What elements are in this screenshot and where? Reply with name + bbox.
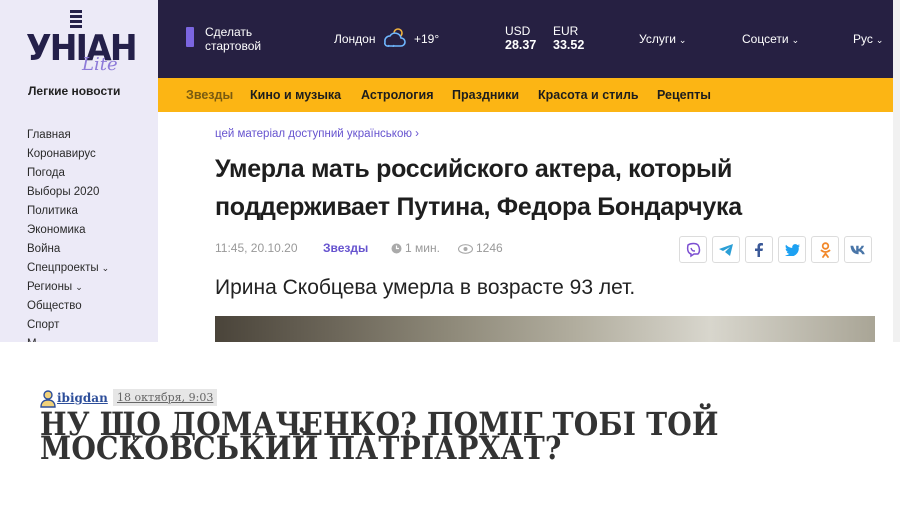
article-photo xyxy=(215,316,875,342)
eye-icon xyxy=(458,243,473,254)
article-lead: Ирина Скобцева умерла в возрасте 93 лет. xyxy=(215,276,636,299)
cloud-sun-icon xyxy=(384,28,406,47)
usd-label: USD xyxy=(505,24,531,38)
chevron-down-icon: ⌄ xyxy=(875,35,884,45)
eur-rate[interactable]: EUR 33.52 xyxy=(553,24,584,52)
social-label: Соцсети xyxy=(742,32,789,46)
telegram-share-button[interactable] xyxy=(712,236,740,263)
author-link[interactable]: ibigdan xyxy=(57,391,108,405)
language-menu[interactable]: Рус ⌄ xyxy=(853,32,883,46)
viber-icon xyxy=(686,242,701,257)
sidebar-item-label: Выборы 2020 xyxy=(27,186,100,198)
sidebar-item-label: Политика xyxy=(27,205,78,217)
sidebar-item-label: Война xyxy=(27,243,61,255)
sidebar-item[interactable]: Выборы 2020 xyxy=(27,183,109,202)
vk-share-button[interactable] xyxy=(844,236,872,263)
sidebar-item-label: Регионы xyxy=(27,281,73,293)
category-holidays[interactable]: Праздники xyxy=(452,88,519,102)
news-screenshot: УНІАН Lite Легкие новости Главная Корона… xyxy=(0,0,900,342)
top-bar: Сделать стартовой Лондон +19° USD 28.37 … xyxy=(158,0,900,78)
sidebar-item[interactable]: Экономика xyxy=(27,221,109,240)
chevron-down-icon: ⌄ xyxy=(678,35,687,45)
clock-icon xyxy=(391,243,402,254)
sidebar-item-label: Коронавирус xyxy=(27,148,96,160)
services-label: Услуги xyxy=(639,32,676,46)
read-time-text: 1 мин. xyxy=(405,241,440,255)
sidebar-item[interactable]: Война xyxy=(27,240,109,259)
logo-lite-text: Lite xyxy=(82,54,118,75)
category-astrology[interactable]: Астрология xyxy=(361,88,434,102)
twitter-share-button[interactable] xyxy=(778,236,806,263)
sidebar-item[interactable]: Главная xyxy=(27,126,109,145)
make-start-page-link[interactable]: Сделать стартовой xyxy=(205,25,285,53)
article-headline: Умерла мать российского актера, который … xyxy=(215,155,742,221)
sidebar-item-label: Спорт xyxy=(27,319,60,331)
vk-icon xyxy=(850,245,865,254)
category-beauty-style[interactable]: Красота и стиль xyxy=(538,88,639,102)
social-menu[interactable]: Соцсети ⌄ xyxy=(742,32,799,46)
sidebar-item[interactable]: М xyxy=(27,335,109,342)
article-category-link[interactable]: Звезды xyxy=(323,241,368,255)
temperature: +19° xyxy=(414,32,440,46)
sidebar-item-label: Экономика xyxy=(27,224,86,236)
category-cinema-music[interactable]: Кино и музыка xyxy=(250,88,341,102)
sidebar-item[interactable]: Политика xyxy=(27,202,109,221)
sidebar-item-label: Спецпроекты xyxy=(27,262,99,274)
article-datetime: 11:45, 20.10.20 xyxy=(215,241,298,255)
sidebar-item[interactable]: Регионы ⌄ xyxy=(27,278,109,297)
usd-rate[interactable]: USD 28.37 xyxy=(505,24,536,52)
category-stars[interactable]: Звезды xyxy=(186,88,233,102)
site-logo[interactable]: УНІАН Lite xyxy=(26,6,138,88)
category-recipes[interactable]: Рецепты xyxy=(657,88,711,102)
blog-post: ibigdan 18 октября, 9:03 НУ ЩО ДОМАЧЕНКО… xyxy=(0,342,900,510)
facebook-icon xyxy=(755,242,763,257)
telegram-icon xyxy=(719,243,733,256)
facebook-share-button[interactable] xyxy=(745,236,773,263)
weather-city[interactable]: Лондон xyxy=(334,32,375,46)
logo-text: УНІАН xyxy=(26,28,138,69)
chevron-down-icon: ⌄ xyxy=(75,282,83,292)
sidebar: УНІАН Lite Легкие новости Главная Корона… xyxy=(0,0,158,342)
view-count-text: 1246 xyxy=(476,241,503,255)
twitter-icon xyxy=(784,243,800,256)
chevron-down-icon: ⌄ xyxy=(791,35,800,45)
read-time: 1 мин. xyxy=(391,241,440,255)
post-title[interactable]: НУ ЩО ДОМАЧЕНКО? ПОМІГ ТОБІ ТОЙ МОСКОВСЬ… xyxy=(40,408,788,464)
eur-label: EUR xyxy=(553,24,579,38)
sidebar-item[interactable]: Спецпроекты ⌄ xyxy=(27,259,109,278)
chevron-down-icon: ⌄ xyxy=(101,263,110,273)
view-count: 1246 xyxy=(458,241,503,255)
sidebar-item[interactable]: Общество xyxy=(27,297,109,316)
sidebar-item[interactable]: Спорт xyxy=(27,316,109,335)
viber-share-button[interactable] xyxy=(679,236,707,263)
site-tagline: Легкие новости xyxy=(28,84,121,98)
sidebar-item-label: Общество xyxy=(27,300,82,312)
sidebar-item[interactable]: Погода xyxy=(27,164,109,183)
post-date-link[interactable]: 18 октября, 9:03 xyxy=(113,389,218,406)
ukrainian-version-link[interactable]: цей матеріал доступний українською › xyxy=(215,128,419,140)
sidebar-item[interactable]: Коронавирус xyxy=(27,145,109,164)
scrollbar[interactable] xyxy=(893,0,900,342)
sidebar-item-label: Погода xyxy=(27,167,65,179)
category-bar: Звезды Кино и музыка Астрология Праздник… xyxy=(158,78,900,112)
odnoklassniki-icon xyxy=(820,241,830,258)
sidebar-item-label: Главная xyxy=(27,129,71,141)
logo-flag-mark xyxy=(70,10,82,28)
bookmark-icon xyxy=(186,27,194,47)
usd-value: 28.37 xyxy=(505,38,537,52)
services-menu[interactable]: Услуги ⌄ xyxy=(639,32,686,46)
eur-value: 33.52 xyxy=(553,38,585,52)
language-label: Рус xyxy=(853,32,873,46)
sidebar-nav: Главная Коронавирус Погода Выборы 2020 П… xyxy=(27,126,109,342)
odnoklassniki-share-button[interactable] xyxy=(811,236,839,263)
